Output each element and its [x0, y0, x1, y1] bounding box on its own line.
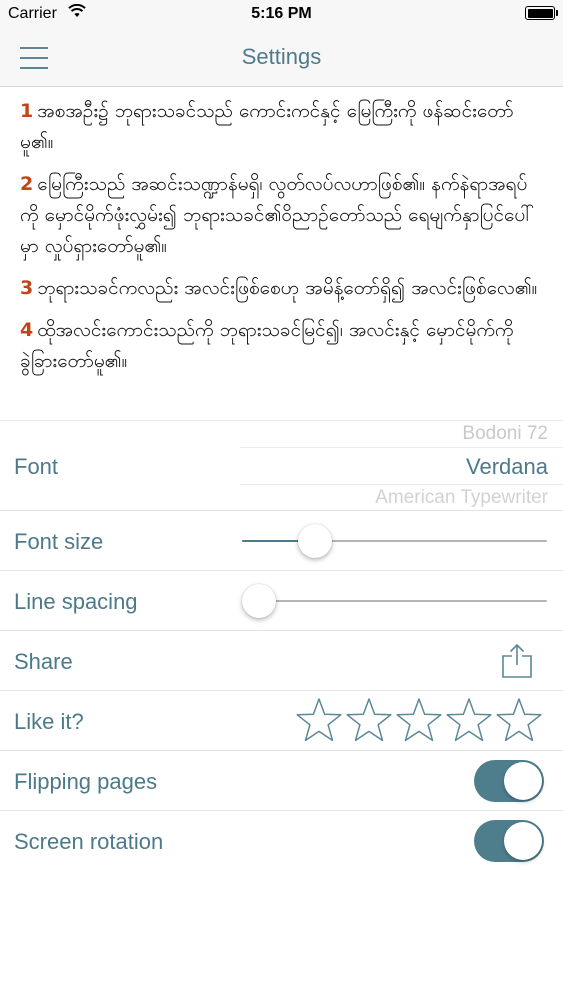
- share-label: Share: [14, 649, 73, 674]
- font-picker[interactable]: Bodoni 72 Verdana American Typewriter: [240, 421, 563, 511]
- share-row[interactable]: Share: [0, 631, 563, 691]
- clock: 5:16 PM: [251, 5, 312, 22]
- screen-rotation-label: Screen rotation: [14, 829, 164, 854]
- line-spacing-label: Line spacing: [14, 589, 138, 614]
- star-icon[interactable]: [446, 697, 492, 743]
- share-icon: [502, 643, 532, 678]
- toggle-knob: [504, 822, 542, 860]
- slider-track: [242, 600, 547, 602]
- font-option[interactable]: Bodoni 72: [462, 423, 548, 445]
- verse-number: 1: [20, 100, 34, 122]
- page-title: Settings: [241, 44, 322, 69]
- screen-rotation-row: Screen rotation: [0, 811, 563, 871]
- star-icon[interactable]: [496, 697, 542, 743]
- verse-number: 3: [20, 277, 34, 299]
- picker-divider: [240, 447, 563, 448]
- picker-divider: [240, 484, 563, 485]
- verse-text: အစအဦး၌ ဘုရားသခင်သည် ကောင်းကင်နှင့် မြေကြ…: [20, 100, 514, 153]
- font-size-slider[interactable]: [242, 521, 547, 561]
- flipping-pages-toggle[interactable]: [474, 760, 544, 802]
- verse: 2 မြေကြီးသည် အဆင်းသဏ္ဍာန်မရှိ၊ လွတ်လပ်လဟာ…: [20, 169, 543, 262]
- navigation-bar: Settings: [0, 30, 563, 87]
- line-spacing-slider[interactable]: [242, 581, 547, 621]
- star-icon[interactable]: [346, 697, 392, 743]
- verse-text: ထိုအလင်းကောင်းသည်ကို ဘုရားသခင်မြင်၍၊ အလင…: [20, 319, 514, 372]
- verse-text: ဘုရားသခင်ကလည်း အလင်းဖြစ်စေဟု အမိန့်တော်ရ…: [37, 277, 538, 299]
- font-option[interactable]: American Typewriter: [375, 487, 548, 509]
- screen-rotation-toggle[interactable]: [474, 820, 544, 862]
- font-option-selected[interactable]: Verdana: [466, 454, 548, 480]
- flipping-pages-label: Flipping pages: [14, 769, 158, 794]
- status-bar: Carrier 5:16 PM: [0, 0, 563, 30]
- slider-thumb[interactable]: [242, 584, 276, 618]
- flipping-pages-row: Flipping pages: [0, 751, 563, 811]
- like-row: Like it?: [0, 691, 563, 751]
- verse-text: မြေကြီးသည် အဆင်းသဏ္ဍာန်မရှိ၊ လွတ်လပ်လဟာဖ…: [20, 173, 534, 257]
- verse-number: 2: [20, 173, 34, 195]
- line-spacing-row: Line spacing: [0, 571, 563, 631]
- star-icon[interactable]: [396, 697, 442, 743]
- text-preview: 1 အစအဦး၌ ဘုရားသခင်သည် ကောင်းကင်နှင့် မြေက…: [0, 88, 563, 418]
- slider-thumb[interactable]: [298, 524, 332, 558]
- settings-panel: Font Bodoni 72 Verdana American Typewrit…: [0, 420, 563, 1001]
- rating-stars[interactable]: [296, 697, 550, 745]
- verse: 4 ထိုအလင်းကောင်းသည်ကို ဘုရားသခင်မြင်၍၊ အလ…: [20, 315, 543, 377]
- verse: 3 ဘုရားသခင်ကလည်း အလင်းဖြစ်စေဟု အမိန့်တော်…: [20, 273, 543, 304]
- font-label: Font: [14, 454, 59, 479]
- battery-icon: [525, 6, 558, 20]
- verse: 1 အစအဦး၌ ဘုရားသခင်သည် ကောင်းကင်နှင့် မြေက…: [20, 96, 543, 158]
- toggle-knob: [504, 762, 542, 800]
- verse-number: 4: [20, 319, 34, 341]
- font-size-label: Font size: [14, 529, 104, 554]
- font-row: Font Bodoni 72 Verdana American Typewrit…: [0, 421, 563, 511]
- like-label: Like it?: [14, 709, 84, 734]
- battery-fill: [527, 8, 553, 18]
- star-icon[interactable]: [296, 697, 342, 743]
- font-size-row: Font size: [0, 511, 563, 571]
- share-button[interactable]: [500, 643, 534, 679]
